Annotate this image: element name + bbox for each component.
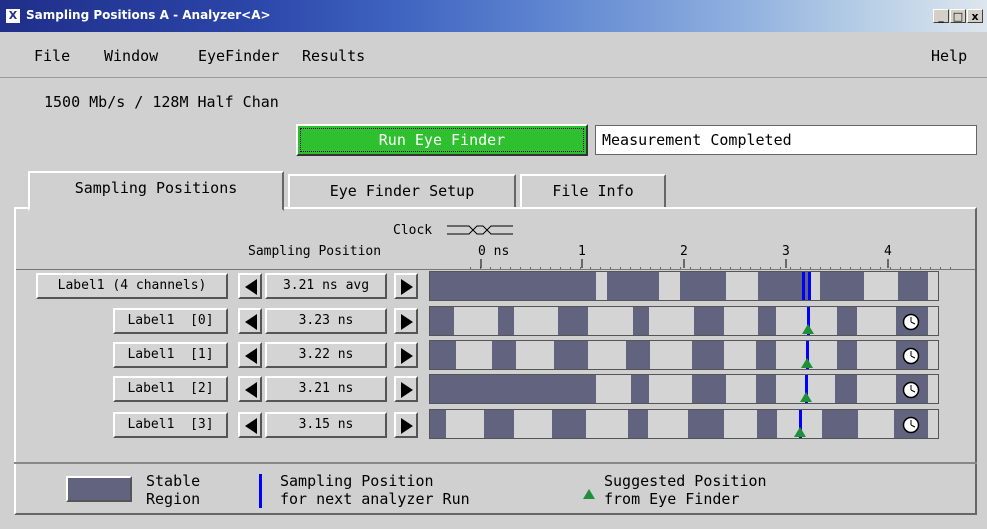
row-track-1 <box>429 340 939 370</box>
suggested-position-marker-icon <box>794 427 806 437</box>
sampling-position-legend-icon <box>259 474 262 508</box>
menu-results[interactable]: Results <box>302 47 365 65</box>
row-track-3 <box>429 409 939 439</box>
menu-window[interactable]: Window <box>104 47 158 65</box>
window-title: Sampling Positions A - Analyzer<A> <box>26 8 271 22</box>
clock-icon <box>902 347 920 365</box>
clock-icon <box>902 381 920 399</box>
tab-eye-finder-setup[interactable]: Eye Finder Setup <box>288 174 516 210</box>
clock-waveform-icon <box>447 225 513 235</box>
suggested-position-marker-icon <box>801 358 813 368</box>
tab-file-info[interactable]: File Info <box>520 174 666 210</box>
row-value-1[interactable]: 3.22 ns <box>265 342 387 368</box>
row-value-all[interactable]: 3.21 ns avg <box>265 273 387 299</box>
clock-label: Clock <box>393 223 433 238</box>
decrement-arrow-button[interactable] <box>238 342 262 368</box>
run-eye-finder-button[interactable]: Run Eye Finder <box>296 124 588 156</box>
row-label-button-3[interactable]: Label1 [3] <box>113 412 228 438</box>
legend: Stable Region Sampling Position for next… <box>14 462 977 517</box>
sampling-position-header: Sampling Position <box>248 244 382 259</box>
legend-sampling-position: Sampling Position for next analyzer Run <box>280 472 470 508</box>
row-label-button-all[interactable]: Label1 (4 channels) <box>36 273 228 299</box>
row-label-button-1[interactable]: Label1 [1] <box>113 342 228 368</box>
row-track-2 <box>429 374 939 404</box>
row-track-all <box>429 271 939 301</box>
clock-icon <box>902 313 920 331</box>
row-value-2[interactable]: 3.21 ns <box>265 376 387 402</box>
menu-bar: File Window EyeFinder Results Help <box>0 33 987 78</box>
sampling-position-marker[interactable] <box>802 272 805 300</box>
increment-arrow-button[interactable] <box>394 376 418 402</box>
left-arrow-icon <box>245 314 257 330</box>
decrement-arrow-button[interactable] <box>238 308 262 334</box>
increment-arrow-button[interactable] <box>394 273 418 299</box>
increment-arrow-button[interactable] <box>394 308 418 334</box>
row-value-0[interactable]: 3.23 ns <box>265 308 387 334</box>
legend-suggested-position: Suggested Position from Eye Finder <box>604 472 767 508</box>
left-arrow-icon <box>245 348 257 364</box>
right-arrow-icon <box>401 348 413 364</box>
left-arrow-icon <box>245 279 257 295</box>
row-value-3[interactable]: 3.15 ns <box>265 412 387 438</box>
suggested-position-marker-icon <box>800 392 812 402</box>
minimize-icon[interactable]: _ <box>933 9 949 23</box>
title-bar[interactable]: X Sampling Positions A - Analyzer<A> _ □… <box>0 0 987 32</box>
maximize-icon[interactable]: □ <box>950 9 966 23</box>
header-divider <box>16 269 975 270</box>
row-label-button-2[interactable]: Label1 [2] <box>113 376 228 402</box>
increment-arrow-button[interactable] <box>394 412 418 438</box>
app-icon: X <box>6 9 20 23</box>
left-arrow-icon <box>245 382 257 398</box>
menu-eyefinder[interactable]: EyeFinder <box>198 47 279 65</box>
clock-icon <box>902 416 920 434</box>
increment-arrow-button[interactable] <box>394 342 418 368</box>
menu-file[interactable]: File <box>34 47 70 65</box>
close-icon[interactable]: x <box>967 9 983 23</box>
legend-stable-region: Stable Region <box>146 472 201 508</box>
tab-sampling-positions[interactable]: Sampling Positions <box>28 171 284 211</box>
decrement-arrow-button[interactable] <box>238 412 262 438</box>
measurement-status: Measurement Completed <box>595 125 977 155</box>
right-arrow-icon <box>401 382 413 398</box>
time-axis-ruler <box>470 259 960 269</box>
data-rate-label: 1500 Mb/s / 128M Half Chan <box>44 93 279 111</box>
analyzer-window: X Sampling Positions A - Analyzer<A> _ □… <box>0 0 987 529</box>
row-label-button-0[interactable]: Label1 [0] <box>113 308 228 334</box>
right-arrow-icon <box>401 418 413 434</box>
left-arrow-icon <box>245 418 257 434</box>
right-arrow-icon <box>401 279 413 295</box>
decrement-arrow-button[interactable] <box>238 273 262 299</box>
suggested-position-legend-icon <box>583 489 595 499</box>
right-arrow-icon <box>401 314 413 330</box>
suggested-position-marker-icon <box>802 324 814 334</box>
row-track-0 <box>429 306 939 336</box>
stable-region-swatch <box>66 476 132 502</box>
menu-help[interactable]: Help <box>931 47 967 65</box>
decrement-arrow-button[interactable] <box>238 376 262 402</box>
